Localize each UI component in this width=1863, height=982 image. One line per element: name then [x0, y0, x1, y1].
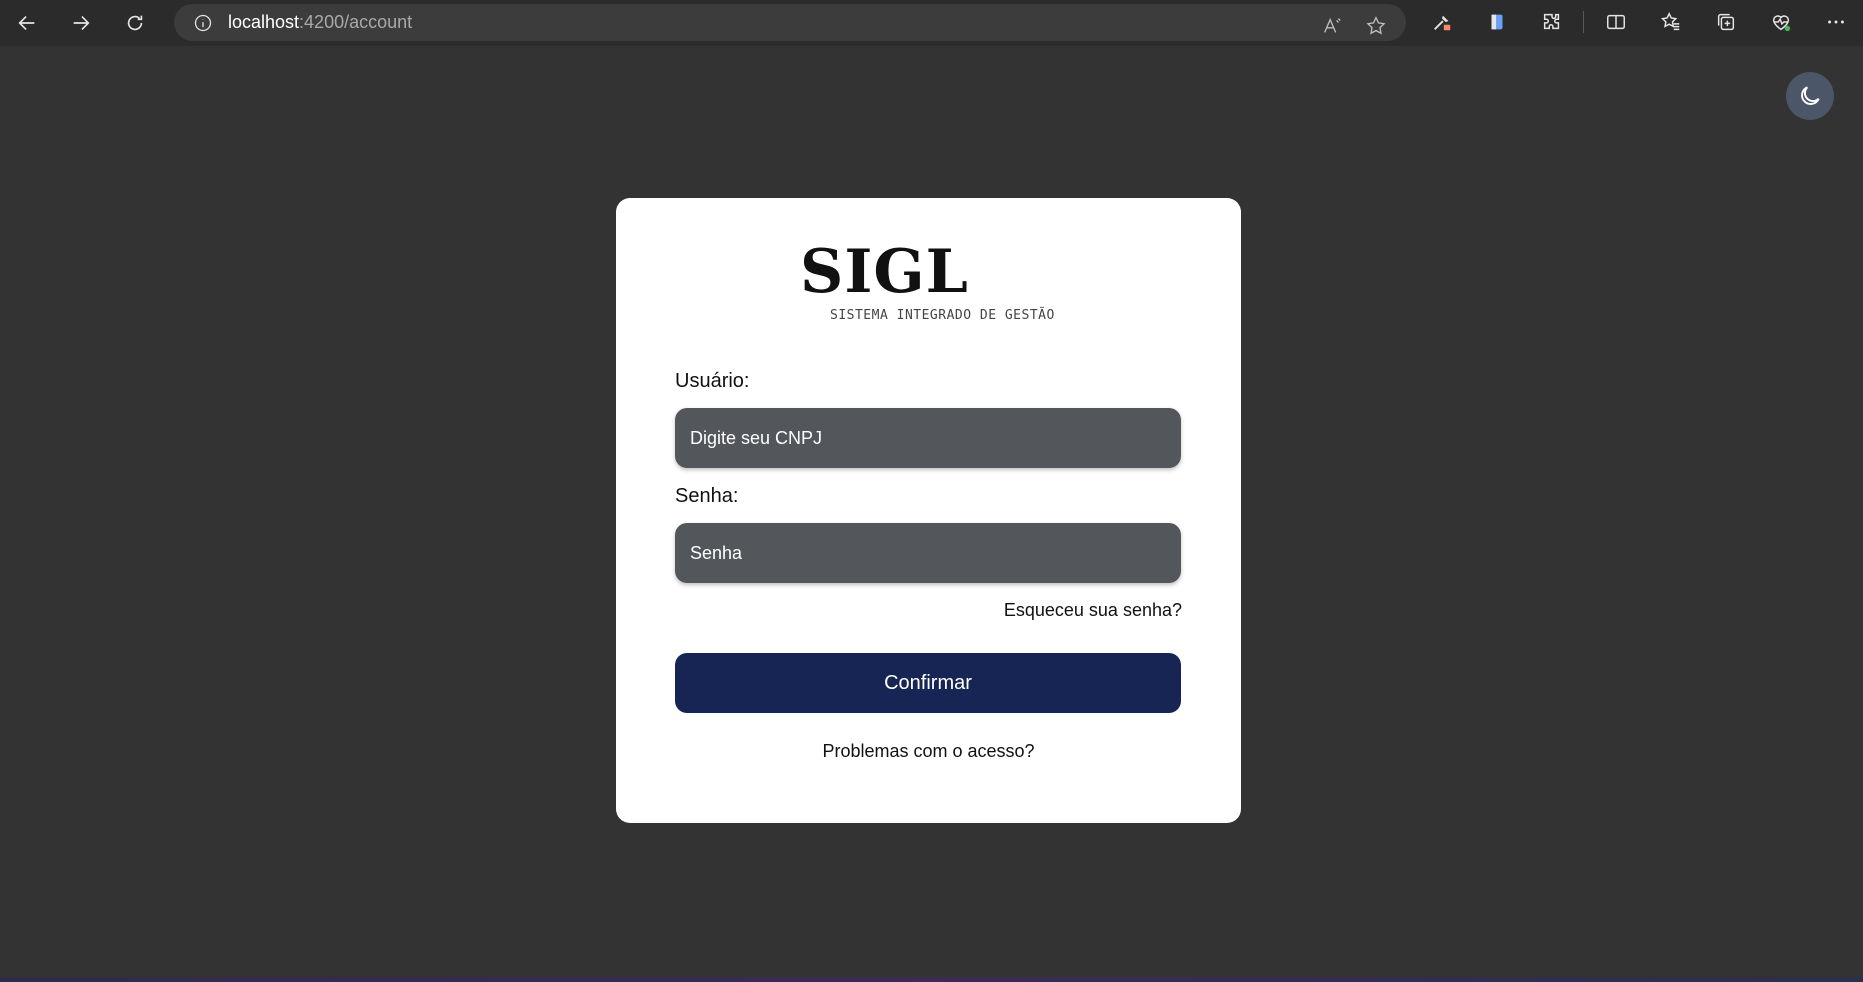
forward-button[interactable] [61, 5, 101, 41]
refresh-button[interactable] [115, 5, 155, 41]
more-options-icon[interactable] [1808, 4, 1863, 40]
address-bar[interactable]: localhost:4200/account [174, 4, 1406, 41]
favorite-star-icon[interactable] [1356, 8, 1396, 44]
url-text[interactable]: localhost:4200/account [228, 12, 412, 33]
password-label: Senha: [675, 485, 739, 507]
user-label: Usuário: [675, 370, 750, 392]
extension-tool-icon[interactable] [1414, 4, 1469, 40]
read-aloud-icon[interactable] [1312, 8, 1352, 44]
back-button[interactable] [7, 5, 47, 41]
logo-subtitle: SISTEMA INTEGRADO DE GESTÃO [830, 308, 1055, 323]
extensions-area [1414, 4, 1863, 40]
logo-title: SIGL [800, 237, 969, 307]
bottom-edge [0, 977, 1863, 982]
browser-essentials-icon[interactable] [1753, 4, 1808, 40]
forgot-password-link[interactable]: Esqueceu sua senha? [1004, 600, 1182, 621]
confirm-button[interactable]: Confirmar [675, 653, 1181, 713]
favorites-icon[interactable] [1643, 4, 1698, 40]
collections-icon[interactable] [1698, 4, 1753, 40]
nav-buttons [7, 5, 155, 41]
browser-toolbar: localhost:4200/account [0, 0, 1863, 46]
confirm-button-label: Confirmar [884, 671, 972, 694]
site-info-icon[interactable] [192, 12, 214, 34]
theme-toggle-button[interactable] [1786, 72, 1834, 120]
user-input[interactable]: Digite seu CNPJ [675, 408, 1181, 468]
extension-blue-icon[interactable] [1469, 4, 1524, 40]
password-input[interactable]: Senha [675, 523, 1181, 583]
extensions-puzzle-icon[interactable] [1524, 4, 1579, 40]
logo: SIGL SISTEMA INTEGRADO DE GESTÃO [800, 237, 1060, 323]
user-input-placeholder: Digite seu CNPJ [690, 427, 823, 448]
password-input-placeholder: Senha [690, 542, 743, 563]
split-screen-icon[interactable] [1588, 4, 1643, 40]
login-card: SIGL SISTEMA INTEGRADO DE GESTÃO Usuário… [616, 198, 1241, 823]
toolbar-separator [1583, 11, 1584, 33]
moon-icon [1801, 86, 1820, 105]
access-problems-link[interactable]: Problemas com o acesso? [616, 741, 1241, 762]
